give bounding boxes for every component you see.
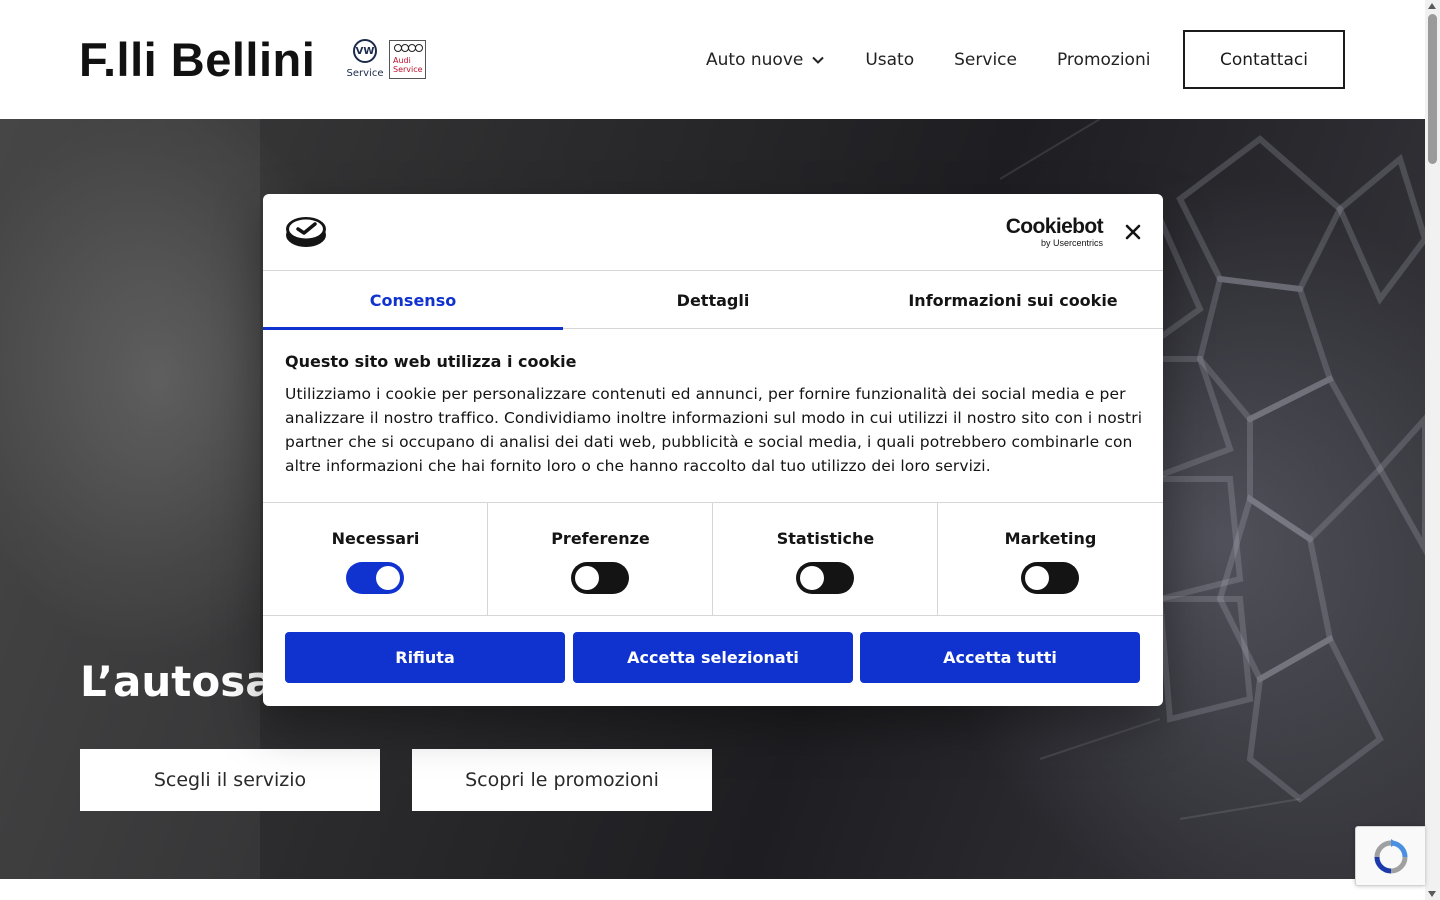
toggle-knob: [800, 566, 824, 590]
toggle-group-statistiche: Statistiche: [713, 503, 938, 616]
toggle-preferenze[interactable]: [571, 562, 629, 594]
nav-item-auto-nuove[interactable]: Auto nuove: [706, 50, 825, 70]
cookie-dialog-tabs: Consenso Dettagli Informazioni sui cooki…: [263, 271, 1163, 330]
recaptcha-badge[interactable]: [1355, 826, 1425, 886]
scroll-up-arrow-icon[interactable]: [1428, 3, 1436, 9]
cookiebot-logo-icon: [286, 217, 326, 247]
nav-item-service[interactable]: Service: [954, 50, 1017, 70]
cookie-dialog-actions: Rifiuta Accetta selezionati Accetta tutt…: [285, 632, 1141, 683]
cookie-category-toggles: Necessari Preferenze Statistiche Marketi…: [263, 502, 1163, 616]
nav-item-label: Auto nuove: [706, 50, 804, 70]
nav-item-label: Usato: [865, 50, 915, 70]
cookie-consent-dialog: Cookiebot by Usercentrics Consenso Detta…: [263, 194, 1163, 706]
toggle-label: Preferenze: [551, 529, 650, 548]
nav-item-label: Service: [954, 50, 1017, 70]
toggle-necessari[interactable]: [346, 562, 404, 594]
nav-item-promozioni[interactable]: Promozioni: [1057, 50, 1150, 70]
scrollbar-thumb[interactable]: [1428, 14, 1437, 164]
toggle-knob: [376, 566, 400, 590]
contact-button[interactable]: Contattaci: [1183, 30, 1345, 89]
cookie-dialog-body: Questo sito web utilizza i cookie Utiliz…: [285, 352, 1145, 478]
reject-button[interactable]: Rifiuta: [285, 632, 565, 683]
toggle-label: Necessari: [331, 529, 420, 548]
cookiebot-by-label: by Usercentrics: [1040, 238, 1103, 248]
nav-item-label: Promozioni: [1056, 50, 1151, 70]
cookie-dialog-header: Cookiebot by Usercentrics: [263, 194, 1163, 271]
recaptcha-icon: [1374, 839, 1408, 874]
scroll-down-arrow-icon[interactable]: [1428, 891, 1436, 897]
toggle-label: Statistiche: [776, 529, 875, 548]
audi-label-line2: Service: [393, 65, 423, 74]
tab-dettagli[interactable]: Dettagli: [563, 271, 863, 329]
toggle-knob: [575, 566, 599, 590]
vw-logo-icon: VW: [353, 39, 377, 63]
toggle-group-necessari: Necessari: [263, 503, 488, 616]
site-header: F.lli Bellini VW Service Audi Service Au…: [0, 0, 1425, 119]
vw-service-label: Service: [346, 68, 384, 79]
tab-informazioni-sui-cookie[interactable]: Informazioni sui cookie: [863, 271, 1163, 329]
page-bottom-strip: [0, 879, 1425, 900]
audi-service-badge: Audi Service: [389, 40, 426, 79]
cookiebot-name: Cookiebot: [1005, 215, 1104, 238]
close-icon[interactable]: [1123, 222, 1143, 242]
choose-service-button[interactable]: Scegli il servizio: [80, 749, 380, 811]
toggle-marketing[interactable]: [1021, 562, 1079, 594]
discover-promotions-button[interactable]: Scopri le promozioni: [412, 749, 712, 811]
toggle-group-preferenze: Preferenze: [488, 503, 713, 616]
accept-selected-button[interactable]: Accetta selezionati: [573, 632, 853, 683]
toggle-knob: [1025, 566, 1049, 590]
audi-label-line1: Audi: [393, 56, 411, 65]
audi-rings-icon: [394, 44, 423, 52]
site-logo[interactable]: F.lli Bellini: [79, 34, 315, 86]
accept-all-button[interactable]: Accetta tutti: [860, 632, 1140, 683]
toggle-statistiche[interactable]: [796, 562, 854, 594]
tab-consenso[interactable]: Consenso: [263, 271, 563, 330]
toggle-label: Marketing: [1004, 529, 1097, 548]
nav-item-usato[interactable]: Usato: [865, 50, 914, 70]
toggle-group-marketing: Marketing: [938, 503, 1163, 616]
vw-service-badge: VW Service: [346, 39, 384, 81]
main-nav: Auto nuove Usato Service Promozioni: [706, 48, 1190, 72]
page-scrollbar[interactable]: [1425, 0, 1440, 900]
cookiebot-brand[interactable]: Cookiebot by Usercentrics: [1001, 215, 1104, 249]
chevron-down-icon: [812, 56, 825, 64]
hero-title: L’autosa: [80, 657, 274, 706]
cookie-dialog-description: Utilizziamo i cookie per personalizzare …: [285, 385, 1143, 475]
cookie-dialog-heading: Questo sito web utilizza i cookie: [285, 352, 577, 371]
